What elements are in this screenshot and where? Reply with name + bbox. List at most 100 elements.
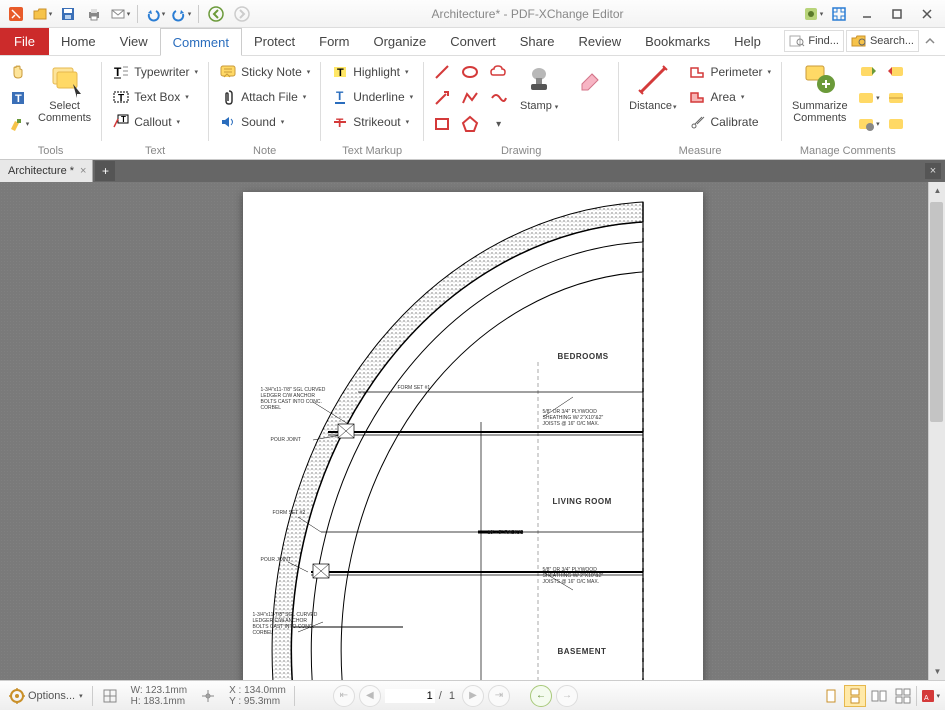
vertical-scrollbar[interactable]: ▲ ▼ [928,182,945,680]
save-button[interactable] [56,3,80,25]
distance-button[interactable]: Distance▾ [625,60,680,116]
comments-options-button[interactable]: ▾ [856,112,880,136]
flatten-comments-button[interactable] [884,86,908,110]
note-form1: FORM SET #1 [398,385,431,391]
collapse-ribbon-button[interactable] [921,30,939,52]
ui-options-button[interactable]: ▾ [801,3,825,25]
group-tools: T ▾ Select Comments Tools [0,56,101,159]
svg-text:T: T [114,65,122,79]
document-tab[interactable]: Architecture * × [0,160,93,182]
underline-button[interactable]: TUnderline▾ [327,85,417,109]
close-tab-icon[interactable]: × [80,165,86,177]
show-comments-button[interactable]: ▾ [856,86,880,110]
sticky-note-button[interactable]: Sticky Note▾ [215,60,314,84]
calibrate-button[interactable]: Calibrate [684,110,775,134]
minimize-button[interactable] [853,4,881,24]
tab-protect[interactable]: Protect [242,28,307,55]
note-ledger1: 1-3/4"x11-7/8" SGL CURVED LEDGER C/W ANC… [261,387,326,411]
next-page-button[interactable]: ▶ [462,685,484,707]
stamp-button[interactable]: Stamp ▾ [514,60,564,116]
cloud-tool[interactable] [486,60,510,84]
select-text-tool-button[interactable]: T [6,86,30,110]
tab-file[interactable]: File [0,28,49,55]
oval-tool[interactable] [458,60,482,84]
more-shapes-tool[interactable]: ▾ [486,112,510,136]
hand-tool-button[interactable] [6,60,30,84]
first-page-button[interactable]: ⇤ [333,685,355,707]
history-back-button[interactable]: ← [530,685,552,707]
group-manage-comments: Summarize Comments ▾ ▾ Manage Comments [782,56,914,159]
quick-access-toolbar: ▾ ▾ ▾ ▾ [4,3,254,25]
two-pages-continuous-button[interactable] [892,685,914,707]
history-forward-button[interactable]: → [556,685,578,707]
callout-button[interactable]: TCallout▾ [108,110,202,134]
maximize-button[interactable] [883,4,911,24]
app-icon[interactable] [4,3,28,25]
page-number-input[interactable] [385,689,435,703]
close-window-button[interactable] [913,4,941,24]
tab-organize[interactable]: Organize [361,28,438,55]
rect-tool[interactable] [430,112,454,136]
summarize-comments-button[interactable]: Summarize Comments [788,60,852,126]
search-button[interactable]: Search... [846,30,919,52]
last-page-button[interactable]: ⇥ [488,685,510,707]
continuous-button[interactable] [844,685,866,707]
fullscreen-button[interactable] [827,3,851,25]
textbox-button[interactable]: TText Box▾ [108,85,202,109]
format-tool-button[interactable]: ▾ [6,112,30,136]
tab-review[interactable]: Review [566,28,633,55]
find-button[interactable]: Find... [784,30,844,52]
scroll-thumb[interactable] [930,202,943,422]
tab-comment[interactable]: Comment [160,28,242,56]
dimensions-icon[interactable] [97,686,123,706]
tab-form[interactable]: Form [307,28,361,55]
page-dimensions: W: 123.1mmH: 183.1mm [127,685,192,707]
svg-text:A: A [924,695,929,702]
arrow-tool[interactable] [430,86,454,110]
undo-button[interactable]: ▾ [143,3,167,25]
line-tool[interactable] [430,60,454,84]
nav-back-button[interactable] [204,3,228,25]
nav-forward-button[interactable] [230,3,254,25]
group-measure: Distance▾ Perimeter▾ Area▾ Calibrate Mea… [619,56,781,159]
tab-share[interactable]: Share [508,28,567,55]
two-pages-button[interactable] [868,685,890,707]
polyline-tool[interactable] [458,86,482,110]
redo-button[interactable]: ▾ [169,3,193,25]
print-button[interactable] [82,3,106,25]
typewriter-button[interactable]: TTypewriter▾ [108,60,202,84]
pdf-tools-button[interactable]: A▾ [919,685,941,707]
prev-page-button[interactable]: ◀ [359,685,381,707]
open-button[interactable]: ▾ [30,3,54,25]
export-comments-button[interactable] [884,60,908,84]
close-panel-button[interactable]: × [925,163,941,179]
note-ply2: 5/8" OR 3/4" PLYWOOD SHEATHING W/ 2"X10"… [543,567,604,585]
options-button[interactable]: Options...▾ [4,686,88,706]
svg-text:T: T [118,93,124,104]
area-button[interactable]: Area▾ [684,85,775,109]
import-comments-button[interactable] [856,60,880,84]
perimeter-button[interactable]: Perimeter▾ [684,60,775,84]
tab-bookmarks[interactable]: Bookmarks [633,28,722,55]
highlight-button[interactable]: THighlight▾ [327,60,417,84]
attach-file-button[interactable]: Attach File▾ [215,85,314,109]
tab-help[interactable]: Help [722,28,773,55]
group-drawing: ▾ Stamp ▾ Drawing [424,56,618,159]
document-viewport[interactable]: BEDROOMS LIVING ROOM BASEMENT 1-3/4"x11-… [0,182,945,680]
tab-convert[interactable]: Convert [438,28,508,55]
sound-button[interactable]: Sound▾ [215,110,314,134]
single-page-button[interactable] [820,685,842,707]
strikeout-button[interactable]: TStrikeout▾ [327,110,417,134]
polygon-tool[interactable] [458,112,482,136]
new-tab-button[interactable]: + [95,161,115,181]
email-button[interactable]: ▾ [108,3,132,25]
coordinates-icon[interactable] [195,686,221,706]
comment-styles-button[interactable] [884,112,908,136]
tab-home[interactable]: Home [49,28,108,55]
pdf-page: BEDROOMS LIVING ROOM BASEMENT 1-3/4"x11-… [243,192,703,680]
tab-view[interactable]: View [108,28,160,55]
eraser-button[interactable] [568,60,612,100]
group-note: Sticky Note▾ Attach File▾ Sound▾ Note [209,56,320,159]
pencil-tool[interactable] [486,86,510,110]
select-comments-button[interactable]: Select Comments [34,60,95,126]
